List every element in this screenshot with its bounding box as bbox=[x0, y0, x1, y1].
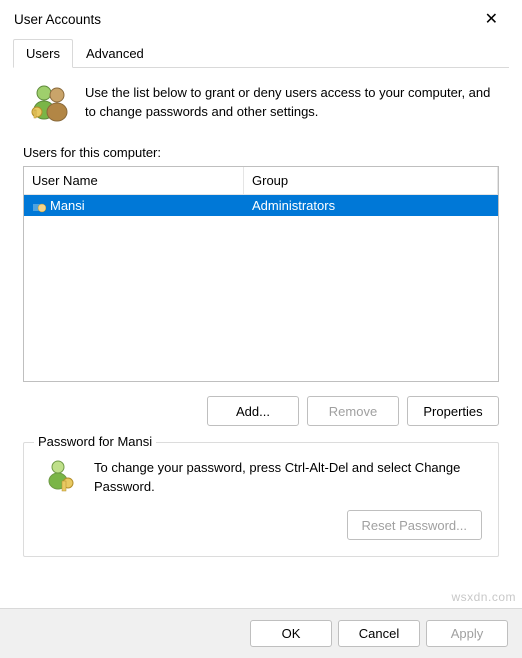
info-text: Use the list below to grant or deny user… bbox=[85, 82, 499, 125]
tab-advanced[interactable]: Advanced bbox=[73, 39, 157, 68]
title-bar: User Accounts ✕ bbox=[0, 0, 522, 38]
table-row[interactable]: Mansi Administrators bbox=[24, 195, 498, 216]
properties-button[interactable]: Properties bbox=[407, 396, 499, 426]
list-header: User Name Group bbox=[24, 167, 498, 195]
watermark: wsxdn.com bbox=[451, 590, 516, 604]
remove-button: Remove bbox=[307, 396, 399, 426]
reset-password-button: Reset Password... bbox=[347, 510, 483, 540]
ok-button[interactable]: OK bbox=[250, 620, 332, 647]
window-title: User Accounts bbox=[14, 12, 101, 27]
list-label: Users for this computer: bbox=[23, 145, 499, 160]
apply-button: Apply bbox=[426, 620, 508, 647]
close-icon[interactable]: ✕ bbox=[475, 5, 508, 33]
dialog-button-bar: OK Cancel Apply bbox=[0, 608, 522, 658]
password-text: To change your password, press Ctrl-Alt-… bbox=[94, 457, 482, 498]
users-icon bbox=[29, 82, 73, 125]
add-button[interactable]: Add... bbox=[207, 396, 299, 426]
tab-panel-users: Use the list below to grant or deny user… bbox=[13, 68, 509, 567]
tab-users[interactable]: Users bbox=[13, 39, 73, 68]
password-legend: Password for Mansi bbox=[34, 434, 156, 449]
info-row: Use the list below to grant or deny user… bbox=[23, 82, 499, 125]
list-buttons-row: Add... Remove Properties bbox=[23, 396, 499, 426]
row-user: Mansi bbox=[50, 198, 85, 213]
cancel-button[interactable]: Cancel bbox=[338, 620, 420, 647]
row-group: Administrators bbox=[252, 198, 335, 213]
key-user-icon bbox=[40, 457, 80, 498]
user-row-icon bbox=[32, 199, 46, 213]
column-header-group[interactable]: Group bbox=[244, 167, 498, 194]
users-list[interactable]: User Name Group Mansi Administrators bbox=[23, 166, 499, 382]
column-header-user[interactable]: User Name bbox=[24, 167, 244, 194]
tab-strip: Users Advanced bbox=[13, 38, 509, 68]
password-fieldset: Password for Mansi To change your passwo… bbox=[23, 442, 499, 557]
